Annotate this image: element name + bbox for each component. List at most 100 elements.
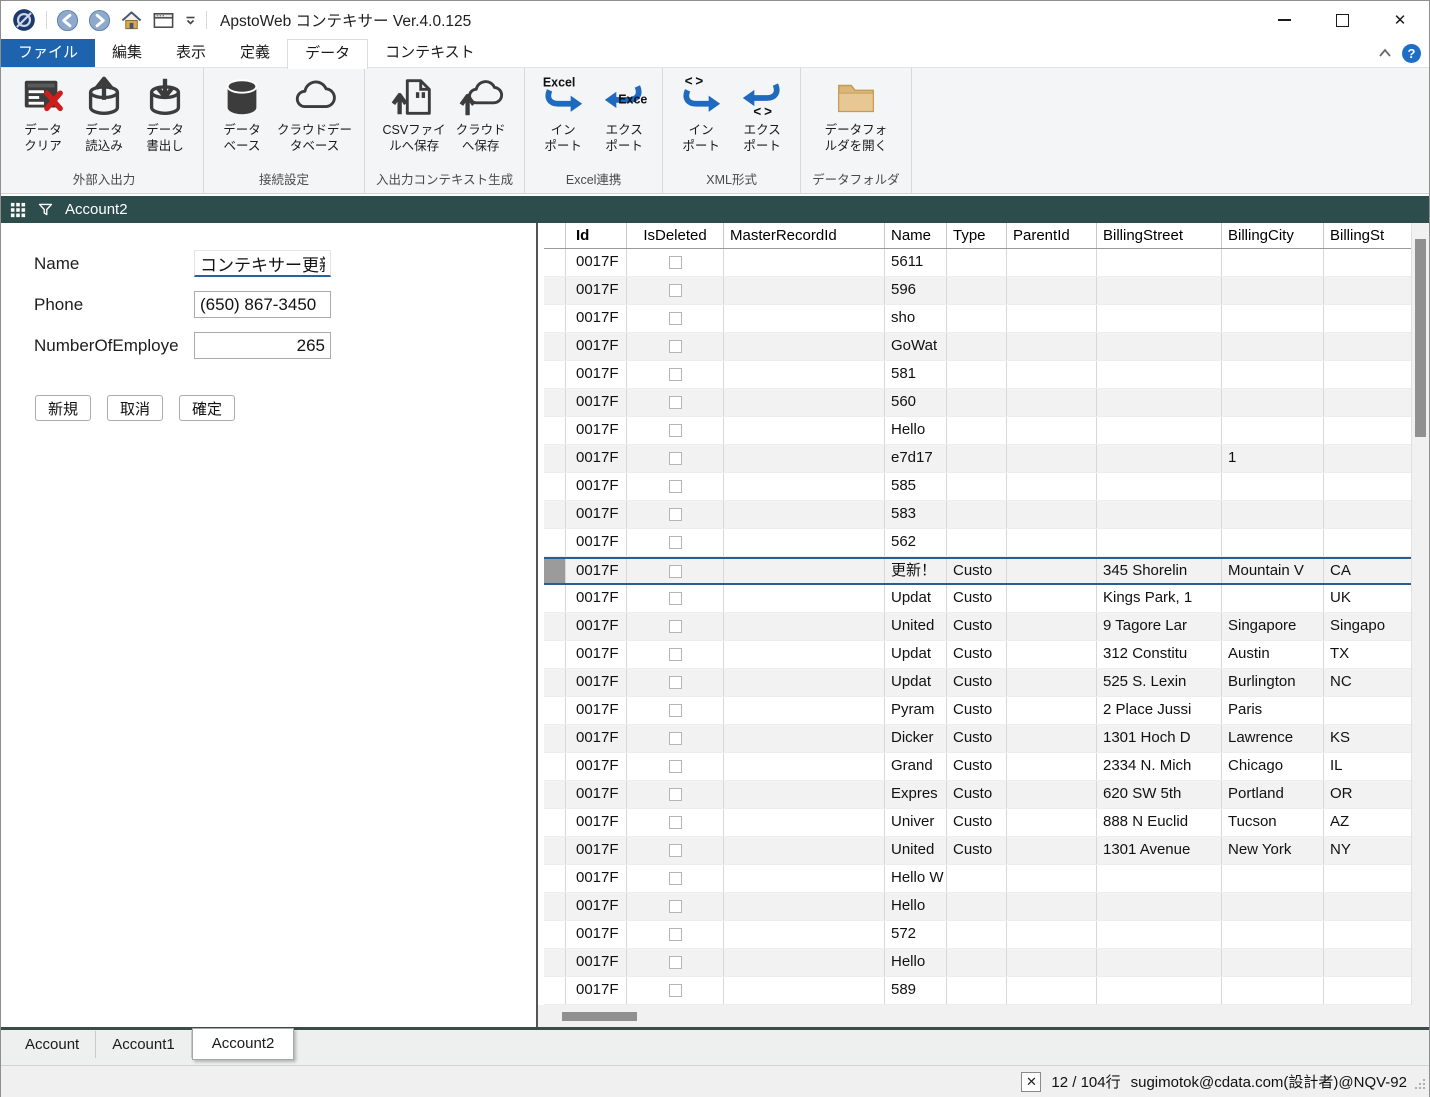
cell-id[interactable]: 0017F — [566, 473, 627, 500]
cell-parent[interactable] — [1007, 921, 1097, 948]
cell-type[interactable] — [947, 865, 1007, 892]
cell-state[interactable]: TX — [1324, 641, 1412, 668]
row-selector[interactable] — [544, 697, 566, 724]
cell-state[interactable]: NC — [1324, 669, 1412, 696]
employees-input[interactable] — [194, 332, 331, 359]
isdeleted-checkbox[interactable] — [669, 872, 682, 885]
xml-export-button[interactable]: <>エクスポート — [733, 71, 791, 166]
cell-master[interactable] — [724, 361, 885, 388]
cell-street[interactable] — [1097, 921, 1222, 948]
cell-city[interactable]: New York — [1222, 837, 1324, 864]
cell-name[interactable]: 596 — [885, 277, 947, 304]
minimize-button[interactable] — [1255, 1, 1313, 39]
cell-master[interactable] — [724, 473, 885, 500]
cell-city[interactable]: Chicago — [1222, 753, 1324, 780]
row-selector[interactable] — [544, 277, 566, 304]
cell-type[interactable] — [947, 249, 1007, 276]
cell-id[interactable]: 0017F — [566, 725, 627, 752]
column-header-gutter[interactable] — [544, 223, 566, 248]
menu-tab-edit[interactable]: 編集 — [95, 39, 159, 67]
cell-parent[interactable] — [1007, 949, 1097, 976]
cell-state[interactable] — [1324, 333, 1412, 360]
cell-city[interactable]: 1 — [1222, 445, 1324, 472]
menu-tab-view[interactable]: 表示 — [159, 39, 223, 67]
status-clear-button[interactable]: ✕ — [1021, 1072, 1041, 1092]
window-menu-button[interactable] — [152, 9, 175, 32]
cell-type[interactable] — [947, 361, 1007, 388]
cell-name[interactable]: 585 — [885, 473, 947, 500]
isdeleted-checkbox[interactable] — [669, 900, 682, 913]
row-selector[interactable] — [544, 417, 566, 444]
cell-id[interactable]: 0017F — [566, 753, 627, 780]
cell-city[interactable] — [1222, 865, 1324, 892]
cell-id[interactable]: 0017F — [566, 893, 627, 920]
cell-parent[interactable] — [1007, 725, 1097, 752]
tab-account1[interactable]: Account1 — [96, 1031, 192, 1058]
cell-state[interactable]: AZ — [1324, 809, 1412, 836]
row-selector[interactable] — [544, 249, 566, 276]
cell-street[interactable]: 312 Constitu — [1097, 641, 1222, 668]
cell-id[interactable]: 0017F — [566, 641, 627, 668]
cell-name[interactable]: e7d17 — [885, 445, 947, 472]
collapse-ribbon-button[interactable] — [1378, 48, 1392, 58]
cell-parent[interactable] — [1007, 585, 1097, 612]
cell-state[interactable] — [1324, 921, 1412, 948]
cell-type[interactable]: Custo — [947, 753, 1007, 780]
cell-master[interactable] — [724, 501, 885, 528]
cell-city[interactable]: Mountain V — [1222, 559, 1324, 583]
new-button[interactable]: 新規 — [35, 395, 91, 421]
cell-master[interactable] — [724, 921, 885, 948]
column-header-BillingStreet[interactable]: BillingStreet — [1097, 223, 1222, 248]
cell-name[interactable]: United — [885, 837, 947, 864]
cell-type[interactable]: Custo — [947, 725, 1007, 752]
isdeleted-checkbox[interactable] — [669, 396, 682, 409]
cell-master[interactable] — [724, 893, 885, 920]
cell-city[interactable]: Portland — [1222, 781, 1324, 808]
cell-street[interactable] — [1097, 417, 1222, 444]
cell-parent[interactable] — [1007, 277, 1097, 304]
cell-type[interactable] — [947, 305, 1007, 332]
cell-isdeleted[interactable] — [627, 277, 724, 304]
cell-city[interactable]: Paris — [1222, 697, 1324, 724]
cell-isdeleted[interactable] — [627, 753, 724, 780]
cell-city[interactable] — [1222, 921, 1324, 948]
cell-state[interactable] — [1324, 249, 1412, 276]
cell-city[interactable] — [1222, 949, 1324, 976]
cell-type[interactable]: Custo — [947, 641, 1007, 668]
cell-state[interactable]: UK — [1324, 585, 1412, 612]
cell-city[interactable] — [1222, 361, 1324, 388]
isdeleted-checkbox[interactable] — [669, 312, 682, 325]
row-selector[interactable] — [544, 585, 566, 612]
cell-isdeleted[interactable] — [627, 417, 724, 444]
cell-street[interactable] — [1097, 501, 1222, 528]
cell-type[interactable] — [947, 473, 1007, 500]
menu-tab-file[interactable]: ファイル — [1, 39, 95, 67]
isdeleted-checkbox[interactable] — [669, 928, 682, 941]
row-selector[interactable] — [544, 361, 566, 388]
menu-tab-define[interactable]: 定義 — [223, 39, 287, 67]
cell-parent[interactable] — [1007, 501, 1097, 528]
cell-state[interactable] — [1324, 277, 1412, 304]
cancel-button[interactable]: 取消 — [107, 395, 163, 421]
cell-name[interactable]: Hello — [885, 417, 947, 444]
cell-type[interactable] — [947, 977, 1007, 1004]
cell-name[interactable]: Hello — [885, 949, 947, 976]
cell-master[interactable] — [724, 613, 885, 640]
cell-type[interactable] — [947, 333, 1007, 360]
isdeleted-checkbox[interactable] — [669, 648, 682, 661]
cell-type[interactable]: Custo — [947, 837, 1007, 864]
cell-state[interactable] — [1324, 697, 1412, 724]
cell-id[interactable]: 0017F — [566, 529, 627, 556]
cell-master[interactable] — [724, 809, 885, 836]
cell-state[interactable]: KS — [1324, 725, 1412, 752]
cell-city[interactable] — [1222, 249, 1324, 276]
cell-street[interactable] — [1097, 277, 1222, 304]
column-header-IsDeleted[interactable]: IsDeleted — [627, 223, 724, 248]
cell-state[interactable] — [1324, 389, 1412, 416]
home-button[interactable] — [120, 9, 143, 32]
cell-city[interactable]: Tucson — [1222, 809, 1324, 836]
cell-master[interactable] — [724, 949, 885, 976]
column-header-BillingSt[interactable]: BillingSt — [1324, 223, 1412, 248]
cell-street[interactable] — [1097, 361, 1222, 388]
isdeleted-checkbox[interactable] — [669, 368, 682, 381]
